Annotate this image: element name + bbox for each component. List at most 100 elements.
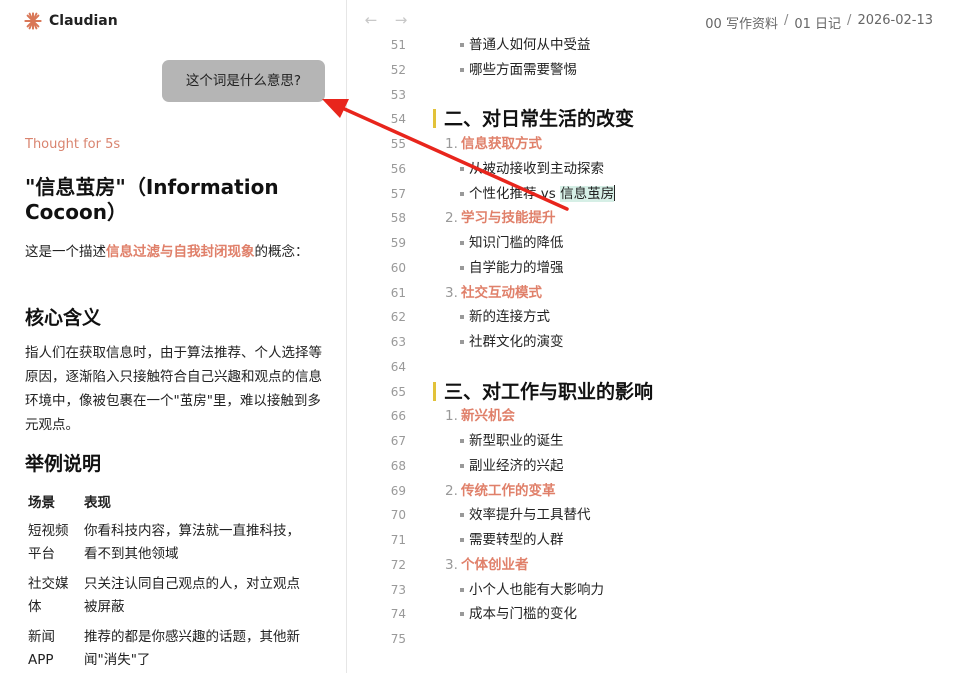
editor-line[interactable]: 56 从被动接收到主动探索 [348,157,959,181]
breadcrumb-folder[interactable]: 00 写作资料 [705,13,778,32]
line-number: 62 [390,310,406,325]
editor-line[interactable]: 72 3. 个体创业者 [348,553,959,577]
claude-logo-icon [24,12,42,30]
bullet-text-content: 从被动接收到主动探索 [469,160,604,177]
table-row: 社交媒体 只关注认同自己观点的人，对立观点被屏蔽 [25,570,315,623]
editor-line[interactable]: 64 [348,355,959,379]
editor-line[interactable]: 61 3. 社交互动模式 [348,281,959,305]
line-number: 74 [390,607,406,622]
list-number: 1. [445,408,458,425]
editor-panel: ← → 00 写作资料 / 01 日记 / 2026-02-13 51 普通人如何… [348,0,959,673]
editor-line[interactable]: 74 成本与门槛的变化 [348,602,959,626]
bullet-text-content: 哪些方面需要警惕 [469,61,577,78]
editor-line[interactable]: 70 效率提升与工具替代 [348,503,959,527]
table-cell: 社交媒体 [28,576,69,615]
bullet-text-content: 小个人也能有大影响力 [469,581,604,598]
list-number: 3. [445,284,458,301]
thought-indicator[interactable]: Thought for 5s [25,137,120,152]
bullet-text: 个性化推荐 vs 信息茧房 [469,182,616,206]
list-number: 3. [445,556,458,573]
bullet-text: 成本与门槛的变化 [469,602,577,626]
user-message-bubble: 这个词是什么意思? [162,60,325,102]
editor-line[interactable]: 52 哪些方面需要警惕 [348,58,959,82]
editor-line[interactable]: 69 2. 传统工作的变革 [348,479,959,503]
editor-line[interactable]: 59 知识门槛的降低 [348,231,959,255]
editor-line[interactable]: 54 二、对日常生活的改变 [348,107,959,133]
table-header-behavior: 表现 [84,495,111,511]
line-number: 70 [390,508,406,523]
editor-line[interactable]: 51 普通人如何从中受益 [348,33,959,57]
line-number: 55 [390,137,406,151]
editor-line[interactable]: 57 个性化推荐 vs 信息茧房 [348,182,959,206]
example-table: 场景 表现 短视频平台 你看科技内容，算法就一直推科技，看不到其他领域 社交媒体… [25,491,315,673]
intro-text-end: 的概念： [254,244,309,260]
table-cell: 短视频平台 [28,523,69,562]
editor-line[interactable]: 58 2. 学习与技能提升 [348,206,959,230]
bullet-icon [460,265,464,270]
editor-line[interactable]: 68 副业经济的兴起 [348,454,959,478]
forward-arrow-icon[interactable]: → [392,11,410,29]
bullet-text: 社群文化的演变 [469,330,564,354]
line-number: 69 [390,483,406,498]
bullet-text-content: 社群文化的演变 [469,334,564,350]
line-number: 66 [390,409,406,424]
editor-line[interactable]: 55 1. 信息获取方式 [348,132,959,156]
line-number: 63 [390,335,406,349]
back-arrow-icon[interactable]: ← [362,11,380,29]
table-cell: 推荐的都是你感兴趣的话题，其他新闻"消失"了 [84,629,300,668]
answer-intro: 这是一个描述信息过滤与自我封闭现象的概念： [25,241,325,263]
section-heading: 三、对工作与职业的影响 [444,380,654,403]
chat-panel: Claudian 这个词是什么意思? Thought for 5s "信息茧房"… [0,0,347,673]
bullet-icon [460,315,464,320]
answer-title: "信息茧房"（Information Cocoon） [25,175,279,224]
breadcrumb-subfolder[interactable]: 01 日记 [794,13,841,32]
ordered-item-text: 新兴机会 [461,408,515,425]
bullet-icon [460,241,464,245]
app-name: Claudian [49,13,118,29]
core-meaning-heading: 核心含义 [25,307,102,329]
bullet-text: 新的连接方式 [469,305,550,329]
example-heading: 举例说明 [25,453,102,475]
bullet-icon [460,463,464,468]
bullet-icon [460,191,464,196]
bullet-icon [460,43,464,47]
bullet-text: 自学能力的增强 [469,256,564,280]
bullet-icon [460,67,464,72]
editor-line[interactable]: 67 新型职业的诞生 [348,429,959,453]
ordered-item-text: 信息获取方式 [461,136,542,152]
bullet-icon [460,612,464,617]
editor-line[interactable]: 65 三、对工作与职业的影响 [348,380,959,406]
brand: Claudian [24,11,118,31]
breadcrumb-separator: / [783,13,789,28]
bullet-text-content: 自学能力的增强 [469,259,564,276]
bullet-text: 新型职业的诞生 [469,429,564,453]
selected-text[interactable]: 信息茧房 [560,185,615,202]
bullet-text-content: 新的连接方式 [469,309,550,326]
line-number: 58 [390,211,406,226]
line-number: 67 [390,434,406,448]
editor-line[interactable]: 62 新的连接方式 [348,305,959,329]
editor-line[interactable]: 53 [348,83,959,107]
ordered-item-text: 个体创业者 [461,556,529,573]
bullet-text: 知识门槛的降低 [469,231,564,255]
bullet-text: 效率提升与工具替代 [469,503,591,527]
editor-line[interactable]: 60 自学能力的增强 [348,256,959,280]
line-number: 64 [390,359,406,374]
breadcrumb-file[interactable]: 2026-02-13 [857,13,933,32]
bullet-icon [460,439,464,443]
editor-line[interactable]: 75 [348,627,959,651]
editor-line[interactable]: 71 需要转型的人群 [348,528,959,552]
editor-line[interactable]: 73 小个人也能有大影响力 [348,578,959,602]
line-number: 52 [390,62,406,77]
editor-line[interactable]: 63 社群文化的演变 [348,330,959,354]
editor-line[interactable]: 66 1. 新兴机会 [348,404,959,428]
line-number: 54 [390,112,406,127]
bullet-text: 普通人如何从中受益 [469,33,591,57]
bullet-text-content: 新型职业的诞生 [469,433,564,449]
line-number: 75 [390,632,406,646]
line-number: 65 [390,384,406,399]
intro-highlight: 信息过滤与自我封闭现象 [106,244,255,260]
ordered-item-text: 社交互动模式 [461,284,542,301]
line-number: 53 [390,87,406,102]
bullet-text: 小个人也能有大影响力 [469,578,604,602]
